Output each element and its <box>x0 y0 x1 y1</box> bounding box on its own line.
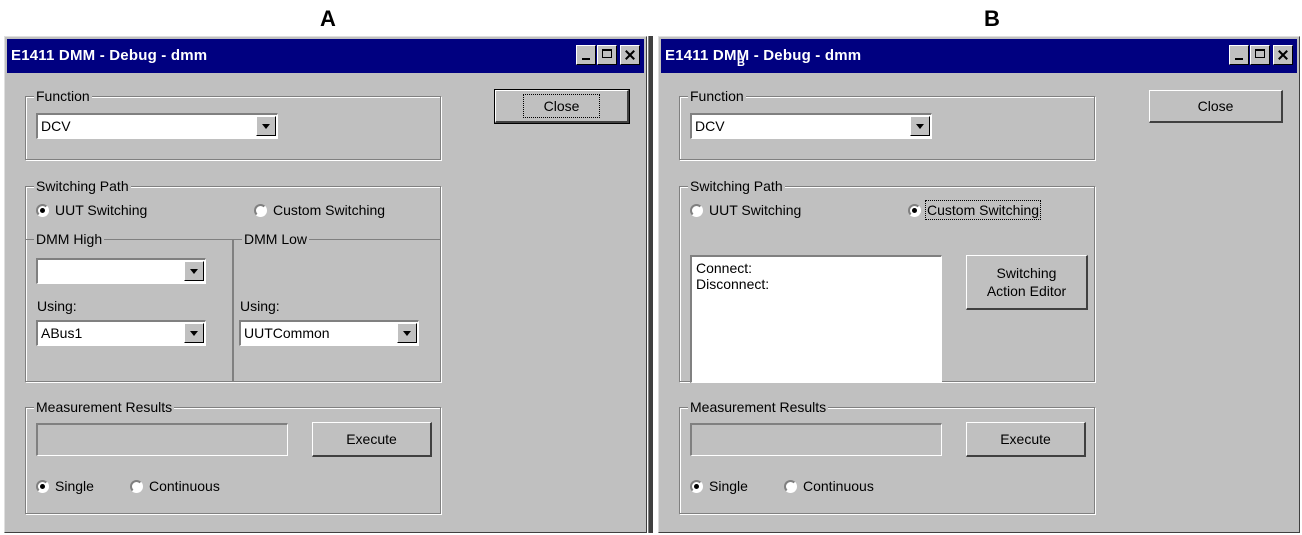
window-title: E1411 DMM - Debug - dmm <box>11 47 208 64</box>
measurement-group: Measurement Results Execute Single Conti… <box>25 398 441 514</box>
editor-button-line2: Action Editor <box>986 283 1067 299</box>
dmm-high-select[interactable] <box>36 258 206 284</box>
function-select[interactable]: DCV <box>36 113 278 139</box>
close-button[interactable]: Close <box>494 89 630 124</box>
uut-switching-radio[interactable]: UUT Switching <box>36 202 147 218</box>
execute-button[interactable]: Execute <box>312 422 432 457</box>
window-title: E1411 DMM - Debug - dmm <box>665 47 862 64</box>
radio-icon <box>36 203 49 217</box>
function-value: DCV <box>41 118 71 134</box>
panel-letter-b: B <box>984 6 1000 31</box>
custom-switching-label: Custom Switching <box>273 202 386 218</box>
function-group: Function DCV <box>25 87 441 160</box>
uut-switching-radio[interactable]: UUT Switching <box>690 202 801 218</box>
function-legend: Function <box>34 87 92 105</box>
switching-action-editor-button[interactable]: Switching Action Editor <box>966 255 1088 310</box>
dmm-high-using-label: Using: <box>37 298 77 314</box>
execute-button-label: Execute <box>1000 431 1051 447</box>
switching-actions-list[interactable]: Connect: Disconnect: <box>690 255 942 383</box>
dmm-low-using-label: Using: <box>240 298 280 314</box>
measurement-legend: Measurement Results <box>688 398 829 416</box>
function-legend: Function <box>688 87 746 105</box>
title-bar[interactable]: E1411 DMM - Debug - dmm <box>7 39 644 73</box>
stray-mark: B <box>737 57 745 69</box>
single-label: Single <box>55 478 94 494</box>
connect-line: Connect: <box>696 260 753 276</box>
function-select[interactable]: DCV <box>690 113 932 139</box>
switching-path-group: Switching Path UUT Switching Custom Swit… <box>25 177 441 382</box>
close-button-label: Close <box>522 94 601 118</box>
window-a: E1411 DMM - Debug - dmm Function DCV Clo… <box>4 36 647 533</box>
custom-switching-label: Custom Switching <box>924 200 1042 220</box>
maximize-icon[interactable] <box>597 45 617 65</box>
minimize-icon[interactable] <box>576 45 596 65</box>
radio-icon <box>36 479 49 493</box>
dmm-low-group: DMM Low Using: UUTCommon <box>233 230 441 382</box>
custom-switching-radio[interactable]: Custom Switching <box>254 202 385 218</box>
dmm-low-using-select[interactable]: UUTCommon <box>239 320 419 346</box>
uut-switching-label: UUT Switching <box>55 202 148 218</box>
disconnect-line: Disconnect: <box>696 276 770 292</box>
switching-path-group: Switching Path UUT Switching Custom Swit… <box>679 177 1095 383</box>
continuous-radio[interactable]: Continuous <box>784 478 874 494</box>
dropdown-arrow-icon[interactable] <box>184 261 204 281</box>
measurement-group: Measurement Results Execute Single Conti… <box>679 398 1095 514</box>
radio-icon <box>784 479 797 493</box>
radio-icon <box>690 479 703 493</box>
dmm-low-using-value: UUTCommon <box>244 325 330 341</box>
continuous-label: Continuous <box>149 478 220 494</box>
minimize-icon[interactable] <box>1229 45 1249 65</box>
close-button-label: Close <box>1197 98 1234 114</box>
radio-icon <box>908 203 921 217</box>
single-radio[interactable]: Single <box>36 478 94 494</box>
dmm-low-legend: DMM Low <box>242 230 310 248</box>
radio-icon <box>690 203 703 217</box>
dropdown-arrow-icon[interactable] <box>397 323 417 343</box>
execute-button-label: Execute <box>346 431 397 447</box>
dmm-high-using-select[interactable]: ABus1 <box>36 320 206 346</box>
execute-button[interactable]: Execute <box>966 422 1086 457</box>
radio-icon <box>254 203 267 217</box>
uut-switching-label: UUT Switching <box>709 202 802 218</box>
radio-icon <box>130 479 143 493</box>
function-value: DCV <box>695 118 725 134</box>
window-b: E1411 DMM - Debug - dmm B Function DCV C… <box>658 36 1300 533</box>
switching-path-legend: Switching Path <box>34 177 131 195</box>
close-icon[interactable] <box>1273 45 1293 65</box>
single-radio[interactable]: Single <box>690 478 748 494</box>
continuous-label: Continuous <box>803 478 874 494</box>
switching-path-legend: Switching Path <box>688 177 785 195</box>
panel-letter-a: A <box>320 6 336 31</box>
maximize-icon[interactable] <box>1250 45 1270 65</box>
custom-switching-radio[interactable]: Custom Switching <box>908 200 1042 220</box>
result-field <box>36 423 288 456</box>
result-field <box>690 423 942 456</box>
dmm-high-legend: DMM High <box>34 230 105 248</box>
single-label: Single <box>709 478 748 494</box>
continuous-radio[interactable]: Continuous <box>130 478 220 494</box>
title-bar[interactable]: E1411 DMM - Debug - dmm B <box>661 39 1297 73</box>
dropdown-arrow-icon[interactable] <box>910 116 930 136</box>
measurement-legend: Measurement Results <box>34 398 175 416</box>
panel-divider <box>648 36 653 533</box>
close-icon[interactable] <box>620 45 640 65</box>
dropdown-arrow-icon[interactable] <box>184 323 204 343</box>
dmm-high-using-value: ABus1 <box>41 325 83 341</box>
dmm-high-group: DMM High Using: ABus1 <box>25 230 233 382</box>
close-button[interactable]: Close <box>1149 90 1283 123</box>
editor-button-line1: Switching <box>996 265 1057 281</box>
function-group: Function DCV <box>679 87 1095 160</box>
dropdown-arrow-icon[interactable] <box>256 116 276 136</box>
